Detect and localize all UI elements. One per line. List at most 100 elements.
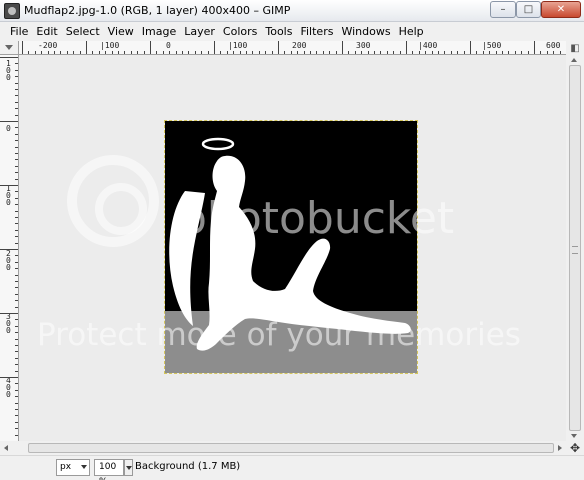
vruler-tick: [15, 146, 18, 148]
hruler-tick: [182, 51, 183, 54]
close-button[interactable]: ✕: [541, 1, 581, 18]
vertical-scrollbar[interactable]: [566, 55, 584, 441]
hruler-tick: [156, 51, 158, 54]
hruler-tick: [335, 51, 337, 54]
hruler-tick: [34, 51, 36, 54]
vruler-tick: [15, 191, 18, 193]
menu-edit[interactable]: Edit: [32, 25, 61, 38]
hruler-tick: [393, 51, 395, 54]
hruler-tick: [214, 41, 215, 54]
hruler-tick: [470, 41, 471, 54]
vruler-tick: [15, 140, 18, 142]
zoom-field[interactable]: 100 %: [94, 459, 124, 480]
maximize-button[interactable]: □: [516, 1, 541, 18]
hruler-label: |500: [482, 41, 502, 50]
hruler-tick: [502, 51, 503, 54]
hruler-tick: [482, 51, 484, 54]
hruler-tick: [361, 51, 363, 54]
vruler-tick: [15, 351, 18, 353]
hruler-tick: [28, 51, 30, 54]
hruler-tick: [220, 51, 222, 54]
vertical-scroll-thumb[interactable]: [569, 65, 581, 431]
vruler-tick: [15, 101, 18, 103]
hruler-tick: [47, 51, 49, 54]
vruler-label: 0: [6, 124, 11, 133]
vruler-tick: [15, 281, 18, 282]
hruler-tick: [54, 51, 55, 54]
hruler-tick: [92, 51, 94, 54]
vruler-tick: [15, 153, 18, 154]
hruler-label: 600: [546, 41, 561, 50]
vruler-tick: [0, 249, 18, 250]
vruler-tick: [15, 364, 18, 366]
hruler-tick: [111, 51, 113, 54]
vruler-tick: [0, 57, 18, 58]
mudflap-angel-silhouette: [169, 137, 411, 351]
hruler-label: |400: [418, 41, 438, 50]
vruler-tick: [15, 300, 18, 302]
menu-colors[interactable]: Colors: [219, 25, 261, 38]
horizontal-ruler[interactable]: -200 |100 0 |100 200 300 |400 |500 600: [19, 41, 566, 55]
unit-select[interactable]: px: [56, 459, 90, 476]
vruler-tick: [15, 76, 18, 78]
image-layer[interactable]: [164, 120, 418, 374]
menu-file[interactable]: File: [6, 25, 32, 38]
hruler-tick: [322, 51, 324, 54]
ruler-corner-menu-button[interactable]: [0, 41, 19, 55]
unit-value: px: [60, 462, 72, 472]
vruler-tick: [15, 95, 18, 97]
menu-select[interactable]: Select: [62, 25, 104, 38]
quick-mask-icon[interactable]: ◧: [566, 41, 584, 55]
vruler-tick: [15, 210, 18, 212]
hruler-tick: [438, 51, 439, 54]
menu-tools[interactable]: Tools: [261, 25, 296, 38]
menu-filters[interactable]: Filters: [296, 25, 337, 38]
hruler-tick: [278, 41, 279, 54]
menu-layer[interactable]: Layer: [180, 25, 219, 38]
hruler-tick: [431, 51, 433, 54]
menu-windows[interactable]: Windows: [337, 25, 394, 38]
vruler-tick: [15, 89, 18, 90]
hruler-tick: [386, 51, 388, 54]
vertical-ruler[interactable]: 100 0 100 200 300 400: [0, 55, 19, 441]
hruler-tick: [540, 51, 542, 54]
vruler-tick: [15, 204, 18, 206]
hruler-tick: [207, 51, 209, 54]
navigate-cross-icon[interactable]: ✥: [566, 441, 584, 455]
hruler-tick: [124, 51, 126, 54]
vruler-tick: [15, 357, 18, 359]
scroll-up-icon[interactable]: [571, 58, 577, 62]
scroll-down-icon[interactable]: [571, 434, 577, 438]
vruler-tick: [15, 108, 18, 110]
vruler-tick: [15, 402, 18, 404]
menu-help[interactable]: Help: [395, 25, 428, 38]
vruler-tick: [15, 197, 18, 199]
hruler-tick: [527, 51, 529, 54]
hruler-tick: [476, 51, 478, 54]
hruler-tick: [150, 41, 151, 54]
horizontal-scroll-thumb[interactable]: [28, 443, 554, 453]
scroll-right-icon[interactable]: [558, 445, 562, 451]
menu-image[interactable]: Image: [138, 25, 180, 38]
image-canvas[interactable]: photobucket Protect more of your memorie…: [19, 55, 566, 441]
hruler-tick: [303, 51, 305, 54]
hruler-tick: [514, 51, 516, 54]
hruler-tick: [137, 51, 139, 54]
vruler-tick: [15, 332, 18, 334]
hruler-tick: [367, 51, 369, 54]
zoom-dropdown-button[interactable]: [124, 459, 133, 476]
menu-view[interactable]: View: [104, 25, 138, 38]
horizontal-scrollbar[interactable]: [0, 441, 566, 455]
hruler-tick: [418, 51, 420, 54]
vruler-tick: [15, 217, 18, 218]
vruler-tick: [15, 255, 18, 257]
hruler-tick: [233, 51, 235, 54]
vruler-tick: [15, 428, 18, 430]
hruler-tick: [162, 51, 164, 54]
hruler-tick: [559, 51, 561, 54]
hruler-tick: [60, 51, 62, 54]
scroll-left-icon[interactable]: [4, 445, 8, 451]
vruler-label: 100: [6, 59, 11, 82]
minimize-button[interactable]: –: [490, 1, 516, 18]
vruler-tick: [15, 82, 18, 84]
